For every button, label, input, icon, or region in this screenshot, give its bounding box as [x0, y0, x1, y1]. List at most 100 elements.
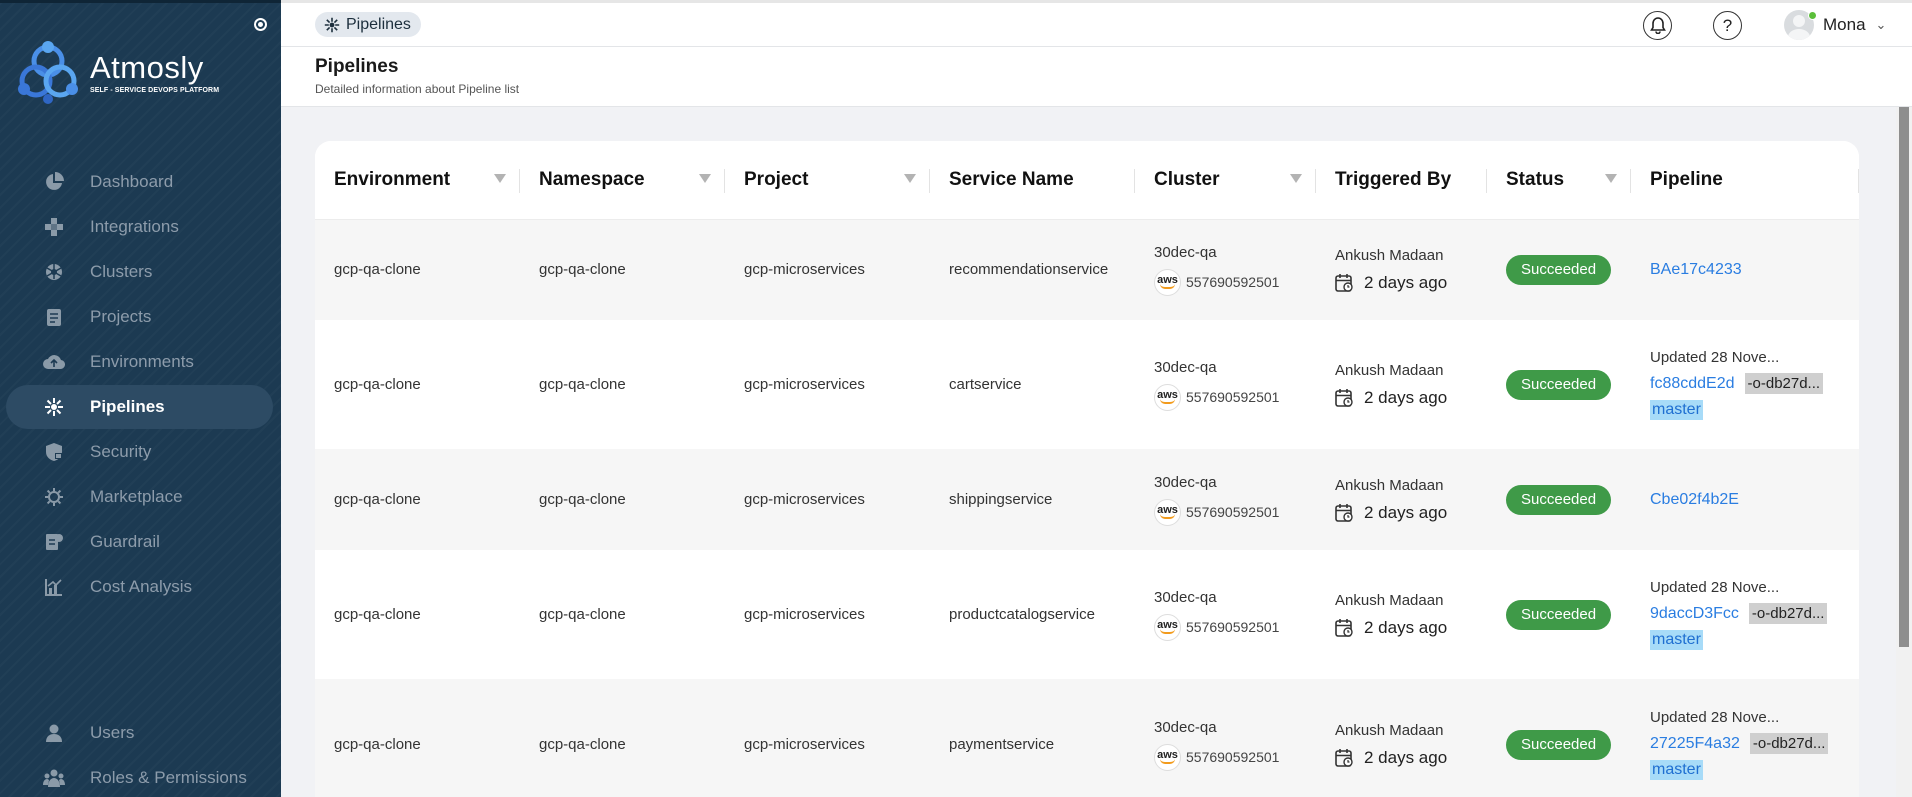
cell-namespace: gcp-qa-clone	[520, 679, 725, 797]
table-header-row: Environment Namespace Project Service Na…	[315, 141, 1859, 220]
column-header-status[interactable]: Status	[1487, 141, 1631, 220]
column-header-cluster[interactable]: Cluster	[1135, 141, 1316, 220]
cell-project: gcp-microservices	[725, 449, 930, 550]
column-header-environment[interactable]: Environment	[315, 141, 520, 220]
atmosly-logo-icon	[18, 41, 78, 104]
cell-pipeline: Updated 28 Nove... 9daccD3Fcc -o-db27d... m…	[1631, 550, 1859, 679]
notifications-bell-icon[interactable]	[1643, 11, 1672, 40]
filter-icon[interactable]	[904, 174, 916, 183]
table-row[interactable]: gcp-qa-clone gcp-qa-clone gcp-microservice…	[315, 320, 1859, 449]
column-header-namespace[interactable]: Namespace	[520, 141, 725, 220]
breadcrumb[interactable]: Pipelines	[315, 12, 421, 37]
sidebar-item-label: Integrations	[90, 217, 179, 236]
sidebar-item-cost-analysis[interactable]: Cost Analysis	[6, 565, 273, 609]
cell-project: gcp-microservices	[725, 550, 930, 679]
branch-name: master	[1650, 630, 1703, 650]
table-row[interactable]: gcp-qa-clone gcp-qa-clone gcp-microservice…	[315, 550, 1859, 679]
commit-hash: -o-db27d...	[1744, 373, 1824, 394]
filter-icon[interactable]	[699, 174, 711, 183]
page-title: Pipelines	[315, 56, 399, 77]
sidebar-item-label: Cost Analysis	[90, 577, 193, 596]
page-scrollbar[interactable]	[1896, 107, 1912, 797]
cell-pipeline: Updated 28 Nove... 27225F4a32 -o-db27d... m…	[1631, 679, 1859, 797]
app-root: Atmosly SELF - SERVICE DEVOPS PLATFORM D…	[0, 0, 1912, 797]
column-header-triggered-by[interactable]: Triggered By	[1316, 141, 1487, 220]
cost-analysis-chart-icon	[43, 576, 65, 598]
sidebar-item-environments[interactable]: Environments	[6, 340, 273, 384]
cell-pipeline: Updated 28 Nove... fc88cddE2d -o-db27d... m…	[1631, 320, 1859, 449]
cell-cluster: 30dec-qa aws 557690592501	[1135, 550, 1316, 679]
filter-icon[interactable]	[1290, 174, 1302, 183]
cell-namespace: gcp-qa-clone	[520, 550, 725, 679]
cluster-name: 30dec-qa	[1154, 588, 1217, 606]
user-menu[interactable]: Mona ⌄	[1784, 10, 1886, 40]
cell-cluster: 30dec-qa aws 557690592501	[1135, 219, 1316, 320]
sidebar-item-security[interactable]: Security	[6, 430, 273, 474]
marketplace-gear-icon	[43, 486, 65, 508]
sidebar-item-marketplace[interactable]: Marketplace	[6, 475, 273, 519]
user-name: Mona	[1823, 15, 1866, 34]
sidebar-collapse-toggle[interactable]	[254, 18, 267, 31]
triggered-by-name: Ankush Madaan	[1335, 591, 1444, 609]
cell-namespace: gcp-qa-clone	[520, 320, 725, 449]
dashboard-pie-icon	[43, 171, 65, 193]
triggered-when: 2 days ago	[1364, 747, 1448, 767]
table-row[interactable]: gcp-qa-clone gcp-qa-clone gcp-microservice…	[315, 679, 1859, 797]
pipeline-updated-text: Updated 28 Nove...	[1650, 349, 1780, 366]
cell-cluster: 30dec-qa aws 557690592501	[1135, 320, 1316, 449]
sidebar-item-label: Marketplace	[90, 487, 183, 506]
help-question-icon[interactable]: ?	[1713, 11, 1742, 40]
pipeline-id-link[interactable]: fc88cddE2d	[1650, 375, 1735, 393]
column-header-pipeline[interactable]: Pipeline	[1631, 141, 1859, 220]
filter-icon[interactable]	[1605, 174, 1617, 183]
cell-service-name: cartservice	[930, 320, 1135, 449]
cell-environment: gcp-qa-clone	[315, 449, 520, 550]
column-header-project[interactable]: Project	[725, 141, 930, 220]
sidebar-item-dashboard[interactable]: Dashboard	[6, 160, 273, 204]
filter-icon[interactable]	[494, 174, 506, 183]
pipeline-updated-text: Updated 28 Nove...	[1650, 709, 1780, 726]
brand-logo[interactable]: Atmosly SELF - SERVICE DEVOPS PLATFORM	[16, 39, 219, 105]
environments-cloud-icon	[43, 351, 65, 373]
table-row[interactable]: gcp-qa-clone gcp-qa-clone gcp-microservice…	[315, 219, 1859, 320]
column-header-service-name[interactable]: Service Name	[930, 141, 1135, 220]
calendar-clock-icon	[1335, 618, 1354, 638]
aws-icon: aws	[1154, 498, 1181, 526]
pipeline-id-link[interactable]: BAe17c4233	[1650, 261, 1742, 278]
calendar-clock-icon	[1335, 388, 1354, 408]
cell-environment: gcp-qa-clone	[315, 320, 520, 449]
status-badge: Succeeded	[1506, 729, 1612, 760]
cluster-name: 30dec-qa	[1154, 718, 1217, 736]
cell-status: Succeeded	[1487, 320, 1631, 449]
pipeline-id-link[interactable]: 27225F4a32	[1650, 735, 1740, 753]
column-label: Project	[744, 168, 809, 190]
aws-icon: aws	[1154, 383, 1181, 411]
scrollbar-thumb[interactable]	[1899, 107, 1909, 647]
sidebar-item-users[interactable]: Users	[6, 711, 273, 755]
sidebar-item-pipelines[interactable]: Pipelines	[6, 385, 273, 429]
sidebar-item-label: Dashboard	[90, 172, 174, 191]
sidebar-item-integrations[interactable]: Integrations	[6, 205, 273, 249]
sidebar-item-label: Clusters	[90, 262, 153, 281]
branch-name: master	[1650, 400, 1703, 420]
sidebar-item-guardrail[interactable]: Guardrail	[6, 520, 273, 564]
cell-triggered-by: Ankush Madaan 2 days ago	[1316, 320, 1487, 449]
pipeline-id-link[interactable]: Cbe02f4b2E	[1650, 491, 1739, 508]
cell-project: gcp-microservices	[725, 219, 930, 320]
branch-name: master	[1650, 760, 1703, 780]
triggered-when: 2 days ago	[1364, 617, 1448, 637]
column-label: Environment	[334, 168, 451, 190]
sidebar-item-roles-permissions[interactable]: Roles & Permissions	[6, 756, 273, 797]
table-row[interactable]: gcp-qa-clone gcp-qa-clone gcp-microservice…	[315, 449, 1859, 550]
sidebar-item-projects[interactable]: Projects	[6, 295, 273, 339]
column-label: Status	[1506, 168, 1565, 190]
pipeline-id-link[interactable]: 9daccD3Fcc	[1650, 605, 1739, 623]
cell-cluster: 30dec-qa aws 557690592501	[1135, 679, 1316, 797]
roles-permissions-icon	[43, 767, 65, 789]
cell-pipeline: BAe17c4233	[1631, 219, 1859, 320]
aws-icon: aws	[1154, 268, 1181, 296]
users-icon	[43, 722, 65, 744]
cell-project: gcp-microservices	[725, 679, 930, 797]
sidebar-item-clusters[interactable]: Clusters	[6, 250, 273, 294]
aws-account-id: 557690592501	[1186, 619, 1280, 635]
